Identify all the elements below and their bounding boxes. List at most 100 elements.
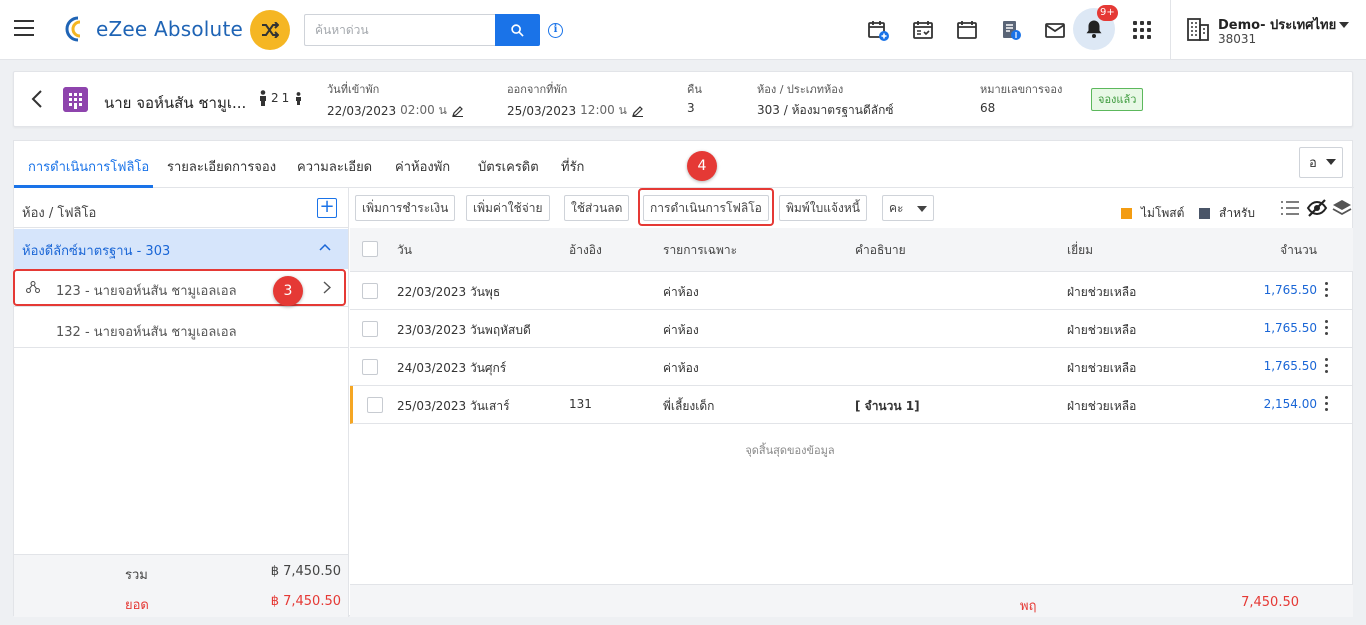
tab-folio-operations[interactable]: การดำเนินการโฟลิโอ bbox=[28, 156, 149, 177]
row-date: 24/03/2023 วันศุกร์ bbox=[397, 361, 507, 375]
back-arrow-icon[interactable] bbox=[31, 90, 43, 108]
col-particulars[interactable]: รายการเฉพาะ bbox=[663, 241, 737, 260]
table-footer: พฤ 7,450.50 bbox=[350, 584, 1353, 617]
col-ref[interactable]: อ้างอิง bbox=[569, 241, 602, 260]
row-menu-icon[interactable] bbox=[1325, 396, 1329, 412]
caret-down-icon bbox=[1326, 159, 1336, 165]
add-charge-button[interactable]: เพิ่มค่าใช้จ่าย bbox=[466, 195, 550, 221]
guest-summary-card: นาย จอห์นสัน ชามูเ... 2 1 วันที่เข้าพัก … bbox=[13, 71, 1353, 127]
col-user[interactable]: เยี่ยม bbox=[1067, 241, 1093, 260]
table-row[interactable]: 24/03/2023 วันศุกร์ ค่าห้อง ฝ่ายช่วยเหลื… bbox=[350, 348, 1353, 386]
list-view-icon[interactable] bbox=[1279, 198, 1301, 218]
language-select[interactable]: อ bbox=[1299, 147, 1343, 178]
legend-unposted-label: ไม่โพสต์ bbox=[1141, 206, 1185, 220]
legend-for: สำหรับ bbox=[1199, 204, 1255, 223]
folio-item-132[interactable]: 132 - นายจอห์นสัน ชามูเอลเอล bbox=[14, 310, 348, 348]
more-actions-dropdown[interactable]: คะ bbox=[882, 195, 935, 221]
row-amount[interactable]: 1,765.50 bbox=[1264, 321, 1317, 335]
pax-count: 2 1 bbox=[258, 90, 303, 106]
folio-panel: การดำเนินการโฟลิโอ รายละเอียดการจอง ความ… bbox=[13, 140, 1354, 617]
row-particulars: ค่าห้อง bbox=[663, 323, 699, 337]
col-amount[interactable]: จำนวน bbox=[1280, 241, 1317, 260]
calendar-add-icon[interactable] bbox=[866, 18, 890, 42]
tab-bar: การดำเนินการโฟลิโอ รายละเอียดการจอง ความ… bbox=[14, 141, 1354, 188]
row-checkbox[interactable] bbox=[362, 283, 378, 299]
quick-search bbox=[304, 14, 540, 46]
row-menu-icon[interactable] bbox=[1325, 320, 1329, 336]
tab-details[interactable]: ความละเอียด bbox=[297, 156, 372, 177]
tab-credit-card[interactable]: บัตรเครดิต bbox=[478, 156, 539, 177]
col-date[interactable]: วัน bbox=[397, 241, 412, 260]
tab-dear[interactable]: ที่รัก bbox=[561, 156, 584, 177]
row-amount[interactable]: 1,765.50 bbox=[1264, 359, 1317, 373]
row-menu-icon[interactable] bbox=[1325, 282, 1329, 298]
end-of-data: จุดสิ้นสุดของข้อมูล bbox=[745, 444, 835, 457]
balance-label: ยอด bbox=[125, 598, 149, 613]
col-description[interactable]: คำอธิบาย bbox=[855, 241, 906, 260]
room-folio-title: ห้อง / โฟลิโอ bbox=[22, 206, 97, 221]
row-user: ฝ่ายช่วยเหลือ bbox=[1067, 323, 1137, 337]
building-icon bbox=[1187, 18, 1209, 41]
nights-label: คืน bbox=[687, 83, 702, 96]
apps-grid-icon[interactable] bbox=[1133, 21, 1151, 39]
arrival-field: วันที่เข้าพัก 22/03/2023 02:00 น bbox=[327, 80, 464, 120]
add-payment-button[interactable]: เพิ่มการชำระเงิน bbox=[355, 195, 456, 221]
edit-arrival-icon[interactable] bbox=[451, 105, 464, 117]
caret-down-icon bbox=[917, 205, 928, 212]
room-group[interactable]: ห้องดีลักซ์มาตรฐาน - 303 bbox=[14, 229, 348, 269]
row-amount[interactable]: 2,154.00 bbox=[1264, 397, 1317, 411]
total-label: รวม bbox=[125, 568, 148, 583]
table-row[interactable]: 23/03/2023 วันพฤหัสบดี ค่าห้อง ฝ่ายช่วยเ… bbox=[350, 310, 1353, 348]
chevron-up-icon[interactable] bbox=[319, 243, 331, 251]
row-date: 25/03/2023 วันเสาร์ bbox=[397, 399, 510, 413]
row-amount[interactable]: 1,765.50 bbox=[1264, 283, 1317, 297]
row-checkbox[interactable] bbox=[362, 359, 378, 375]
edit-departure-icon[interactable] bbox=[631, 105, 644, 117]
status-badge: จองแล้ว bbox=[1091, 88, 1144, 111]
nights-field: คืน 3 bbox=[687, 80, 702, 115]
tab-room-charges[interactable]: ค่าห้องพัก bbox=[395, 156, 450, 177]
select-all-checkbox[interactable] bbox=[362, 241, 378, 257]
layers-icon[interactable] bbox=[1331, 198, 1353, 218]
row-menu-icon[interactable] bbox=[1325, 358, 1329, 374]
table-row[interactable]: 25/03/2023 วันเสาร์ 131 พี่เลี้ยงเด็ก [ … bbox=[350, 386, 1353, 424]
hide-icon[interactable] bbox=[1306, 198, 1328, 218]
mail-icon[interactable] bbox=[1043, 18, 1067, 42]
app-logo[interactable]: eZee Absolute bbox=[64, 15, 243, 43]
tab-booking-details[interactable]: รายละเอียดการจอง bbox=[167, 156, 276, 177]
children-count: 1 bbox=[281, 91, 290, 105]
search-button[interactable] bbox=[495, 14, 540, 46]
unposted-swatch bbox=[1121, 208, 1132, 219]
arrival-time: 02:00 น bbox=[400, 103, 447, 117]
guest-name[interactable]: นาย จอห์นสัน ชามูเ... bbox=[104, 91, 246, 115]
child-icon bbox=[296, 91, 302, 105]
transactions-panel: เพิ่มการชำระเงิน เพิ่มค่าใช้จ่าย ใช้ส่วน… bbox=[350, 188, 1353, 617]
print-invoice-button[interactable]: พิมพ์ใบแจ้งหนี้ bbox=[779, 195, 867, 221]
apply-discount-button[interactable]: ใช้ส่วนลด bbox=[564, 195, 630, 221]
menu-icon[interactable] bbox=[14, 20, 34, 36]
reservation-label: หมายเลขการจอง bbox=[980, 83, 1063, 96]
reservation-field: หมายเลขการจอง 68 bbox=[980, 80, 1062, 115]
divider bbox=[1170, 0, 1171, 60]
folio-operations-button[interactable]: การดำเนินการโฟลิโอ bbox=[643, 195, 769, 221]
add-folio-button[interactable]: + bbox=[317, 198, 337, 218]
calendar-icon[interactable] bbox=[955, 18, 979, 42]
footer-value: 7,450.50 bbox=[1241, 595, 1299, 610]
search-input[interactable] bbox=[304, 14, 495, 46]
info-icon[interactable]: i bbox=[548, 23, 563, 38]
shuffle-button[interactable] bbox=[250, 10, 290, 50]
table-row[interactable]: 22/03/2023 วันพุธ ค่าห้อง ฝ่ายช่วยเหลือ … bbox=[350, 272, 1353, 310]
notifications-button[interactable]: 9+ bbox=[1073, 5, 1118, 50]
room-field: ห้อง / ประเภทห้อง 303 / ห้องมาตรฐานดีลัก… bbox=[757, 80, 894, 120]
top-bar: eZee Absolute i bbox=[0, 0, 1366, 60]
row-checkbox[interactable] bbox=[362, 321, 378, 337]
calendar-check-icon[interactable] bbox=[911, 18, 935, 42]
invoice-icon[interactable] bbox=[999, 18, 1023, 42]
row-checkbox[interactable] bbox=[367, 397, 383, 413]
room-folio-header: ห้อง / โฟลิโอ + bbox=[14, 188, 348, 228]
row-date: 23/03/2023 วันพฤหัสบดี bbox=[397, 323, 531, 337]
legend-unposted: ไม่โพสต์ bbox=[1121, 204, 1184, 223]
row-ref: 131 bbox=[569, 397, 592, 411]
property-selector[interactable]: Demo- ประเทศไทย 38031 bbox=[1186, 14, 1356, 48]
row-date: 22/03/2023 วันพุธ bbox=[397, 285, 501, 299]
